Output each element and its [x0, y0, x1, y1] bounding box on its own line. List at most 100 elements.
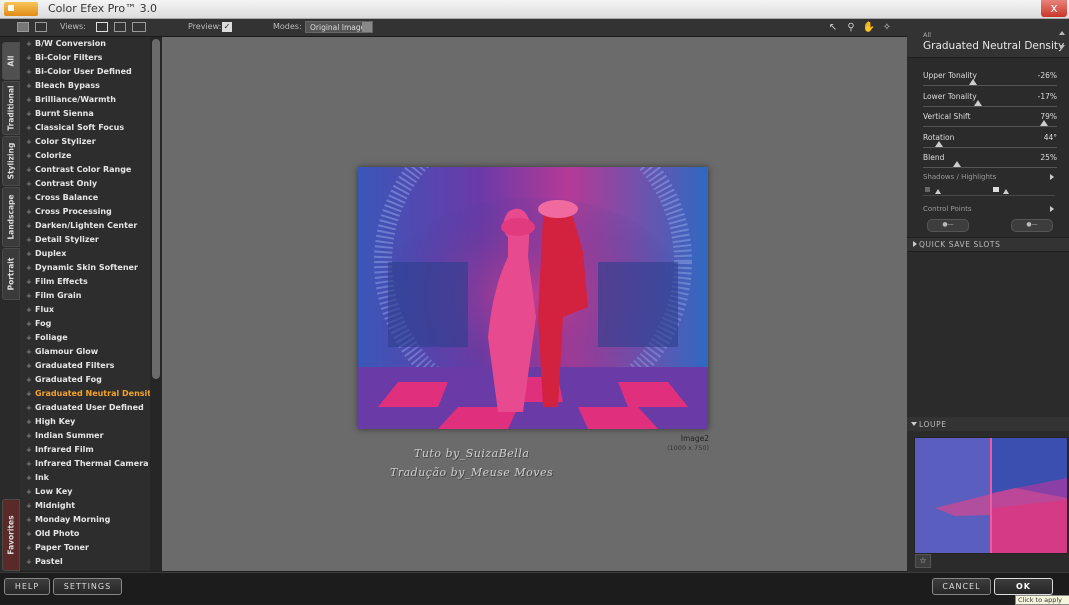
quick-save-slots-bar[interactable]: QUICK SAVE SLOTS — [907, 237, 1069, 252]
filter-item[interactable]: Duplex — [20, 247, 150, 261]
filter-item[interactable]: Contrast Color Range — [20, 163, 150, 177]
shadows-highlights-expand-icon[interactable] — [1050, 174, 1054, 180]
view-split-icon[interactable] — [132, 22, 146, 32]
filter-item[interactable]: Detail Stylizer — [20, 233, 150, 247]
app-logo-icon — [4, 2, 38, 16]
filter-item[interactable]: Dynamic Skin Softener — [20, 261, 150, 275]
filter-item[interactable]: Infrared Thermal Camera — [20, 457, 150, 471]
preview-image[interactable] — [358, 167, 708, 429]
shadows-knob[interactable] — [935, 189, 941, 194]
panel-header: All Graduated Neutral Density — [907, 19, 1069, 58]
filter-item[interactable]: Old Photo — [20, 527, 150, 541]
slider-knob[interactable] — [1039, 120, 1048, 126]
view-side-by-side-icon[interactable] — [114, 22, 126, 32]
filter-item[interactable]: Cross Processing — [20, 205, 150, 219]
highlights-knob[interactable] — [1003, 189, 1009, 194]
modes-select[interactable]: Original Image — [305, 21, 373, 33]
filter-item[interactable]: Brilliance/Warmth — [20, 93, 150, 107]
filter-item[interactable]: Darken/Lighten Center — [20, 219, 150, 233]
filter-item[interactable]: Burnt Sienna — [20, 107, 150, 121]
color-picker-icon[interactable]: ✧ — [880, 21, 894, 34]
tab-favorites[interactable]: Favorites — [2, 499, 20, 571]
panel-filter-name: Graduated Neutral Density — [923, 40, 1065, 52]
filter-item[interactable]: Paper Toner — [20, 541, 150, 555]
settings-button[interactable]: SETTINGS — [53, 578, 122, 595]
shadows-swatch-icon — [925, 187, 930, 192]
scrollbar-thumb[interactable] — [152, 39, 160, 379]
slider-knob[interactable] — [973, 100, 982, 106]
tab-portrait[interactable]: Portrait — [2, 248, 20, 300]
filter-item[interactable]: Photo Stylizer — [20, 569, 150, 571]
filter-item[interactable]: Graduated Fog — [20, 373, 150, 387]
filter-item[interactable]: High Key — [20, 415, 150, 429]
add-control-point-button[interactable]: ●— — [927, 219, 969, 232]
slider-value: -17% — [1037, 92, 1057, 101]
slider-track[interactable] — [923, 106, 1057, 107]
slider-track[interactable] — [923, 167, 1057, 168]
slider-value: 44° — [1043, 133, 1057, 142]
filter-list-scrollbar[interactable] — [150, 37, 162, 571]
slider-knob[interactable] — [968, 79, 977, 85]
zoom-icon[interactable]: ⚲ — [844, 21, 858, 34]
filter-item[interactable]: Film Effects — [20, 275, 150, 289]
filter-item[interactable]: Graduated Filters — [20, 359, 150, 373]
filter-item[interactable]: Flux — [20, 303, 150, 317]
preview-area[interactable]: Image2 (1000 x 750) Tuto by_SuizaBella T… — [162, 37, 907, 571]
remove-control-point-button[interactable]: ●— — [1011, 219, 1053, 232]
single-view-icon[interactable] — [17, 22, 29, 32]
tab-stylizing[interactable]: Stylizing — [2, 136, 20, 186]
slider-label: Blend — [923, 153, 945, 162]
app-title: Color Efex Pro™ 3.0 — [48, 2, 158, 15]
filter-item[interactable]: Bi-Color User Defined — [20, 65, 150, 79]
quick-save-expand-icon — [913, 241, 917, 247]
filter-item[interactable]: Glamour Glow — [20, 345, 150, 359]
filter-item[interactable]: Colorize — [20, 149, 150, 163]
slider-label: Vertical Shift — [923, 112, 971, 121]
slider-knob[interactable] — [952, 161, 961, 167]
tab-all[interactable]: All — [2, 42, 20, 80]
slider-track[interactable] — [923, 85, 1057, 86]
filter-item[interactable]: Monday Morning — [20, 513, 150, 527]
panel-scroll-arrows-icon[interactable] — [1059, 29, 1065, 51]
pointer-icon[interactable]: ↖ — [826, 21, 840, 34]
filter-item[interactable]: Cross Balance — [20, 191, 150, 205]
help-button[interactable]: HELP — [4, 578, 50, 595]
filter-item[interactable]: Bleach Bypass — [20, 79, 150, 93]
tab-landscape[interactable]: Landscape — [2, 187, 20, 247]
filter-item[interactable]: Fog — [20, 317, 150, 331]
preview-checkbox[interactable]: ✓ — [222, 22, 232, 32]
filter-item[interactable]: Film Grain — [20, 289, 150, 303]
slider-label: Lower Tonality — [923, 92, 977, 101]
filter-settings-panel: All Graduated Neutral Density Upper Tona… — [907, 19, 1069, 572]
filter-item[interactable]: Contrast Only — [20, 177, 150, 191]
ok-button[interactable]: OK — [994, 578, 1053, 595]
view-single-icon[interactable] — [96, 22, 108, 32]
filter-item[interactable]: Midnight — [20, 499, 150, 513]
filter-item[interactable]: Indian Summer — [20, 429, 150, 443]
filter-item[interactable]: Graduated User Defined — [20, 401, 150, 415]
filter-item[interactable]: Bi-Color Filters — [20, 51, 150, 65]
tab-traditional[interactable]: Traditional — [2, 81, 20, 135]
filter-item[interactable]: Color Stylizer — [20, 135, 150, 149]
filter-item[interactable]: Low Key — [20, 485, 150, 499]
loupe-view — [914, 437, 1068, 554]
cancel-button[interactable]: CANCEL — [932, 578, 991, 595]
hand-icon[interactable]: ✋ — [862, 21, 876, 34]
filter-item[interactable]: Pastel — [20, 555, 150, 569]
slider-value: 25% — [1040, 153, 1057, 162]
filter-item[interactable]: Graduated Neutral Density — [20, 387, 150, 401]
filter-item[interactable]: Classical Soft Focus — [20, 121, 150, 135]
filter-item[interactable]: Foliage — [20, 331, 150, 345]
loupe-bar[interactable]: LOUPE — [907, 417, 1069, 431]
slider-knob[interactable] — [935, 141, 944, 147]
split-view-icon[interactable] — [35, 22, 47, 32]
filter-item[interactable]: Ink — [20, 471, 150, 485]
filter-item[interactable]: Infrared Film — [20, 443, 150, 457]
slider-track[interactable] — [923, 147, 1057, 148]
close-button[interactable]: x — [1041, 0, 1067, 17]
filter-item[interactable]: B/W Conversion — [20, 37, 150, 51]
slider-track[interactable] — [923, 126, 1057, 127]
title-bar: Color Efex Pro™ 3.0 x — [0, 0, 1069, 19]
control-points-expand-icon[interactable] — [1050, 206, 1054, 212]
loupe-pin-button[interactable]: ☆ — [915, 554, 931, 568]
